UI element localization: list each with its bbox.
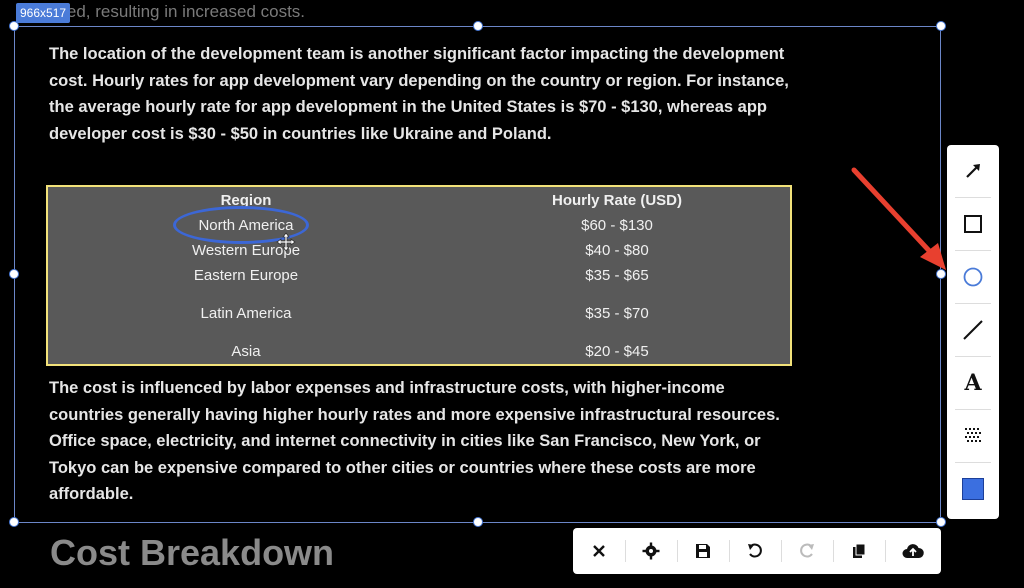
resize-handle-top-left[interactable] bbox=[9, 21, 19, 31]
line-icon[interactable] bbox=[947, 304, 999, 356]
paragraph-location-factor: The location of the development team is … bbox=[49, 45, 789, 143]
action-toolbar bbox=[573, 528, 941, 574]
table-cell-rate: $35 - $65 bbox=[585, 267, 649, 284]
paragraph-cost-influence: The cost is influenced by labor expenses… bbox=[49, 379, 780, 504]
resize-handle-top[interactable] bbox=[473, 21, 483, 31]
drawing-tools-toolbar: A bbox=[947, 145, 999, 519]
undo-icon[interactable] bbox=[729, 528, 781, 574]
table-cell-rate: $20 - $45 bbox=[585, 343, 649, 360]
copy-icon[interactable] bbox=[833, 528, 885, 574]
redo-icon[interactable] bbox=[781, 528, 833, 574]
table-cell-rate: $60 - $130 bbox=[581, 217, 653, 234]
hourly-rate-table: Region Hourly Rate (USD) North America $… bbox=[46, 185, 792, 366]
arrow-icon[interactable] bbox=[947, 145, 999, 197]
table-cell-rate: $40 - $80 bbox=[585, 242, 649, 259]
text-icon[interactable]: A bbox=[947, 357, 999, 409]
upload-icon[interactable] bbox=[887, 528, 939, 574]
settings-icon[interactable] bbox=[625, 528, 677, 574]
rectangle-icon[interactable] bbox=[947, 198, 999, 250]
save-icon[interactable] bbox=[677, 528, 729, 574]
red-arrow-annotation bbox=[851, 167, 946, 270]
color-swatch-icon[interactable] bbox=[947, 463, 999, 515]
blur-icon[interactable] bbox=[947, 410, 999, 462]
resize-handle-bottom-left[interactable] bbox=[9, 517, 19, 527]
table-cell-region: Western Europe bbox=[191, 242, 301, 259]
previous-paragraph-tail: uired, resulting in increased costs. bbox=[48, 2, 306, 21]
ellipse-icon[interactable] bbox=[947, 251, 999, 303]
close-icon[interactable] bbox=[573, 528, 625, 574]
move-cursor-icon bbox=[276, 232, 296, 252]
table-header-rate: Hourly Rate (USD) bbox=[551, 192, 682, 209]
selection-size-label: 966x517 bbox=[16, 3, 71, 23]
section-title: Cost Breakdown bbox=[50, 532, 335, 573]
table-cell-rate: $35 - $70 bbox=[585, 305, 649, 322]
resize-handle-left[interactable] bbox=[9, 269, 19, 279]
table-cell-region: Asia bbox=[231, 343, 261, 360]
resize-handle-bottom[interactable] bbox=[473, 517, 483, 527]
table-cell-region: Eastern Europe bbox=[193, 267, 299, 284]
resize-handle-bottom-right[interactable] bbox=[936, 517, 946, 527]
resize-handle-top-right[interactable] bbox=[936, 21, 946, 31]
table-cell-region: Latin America bbox=[200, 305, 292, 322]
